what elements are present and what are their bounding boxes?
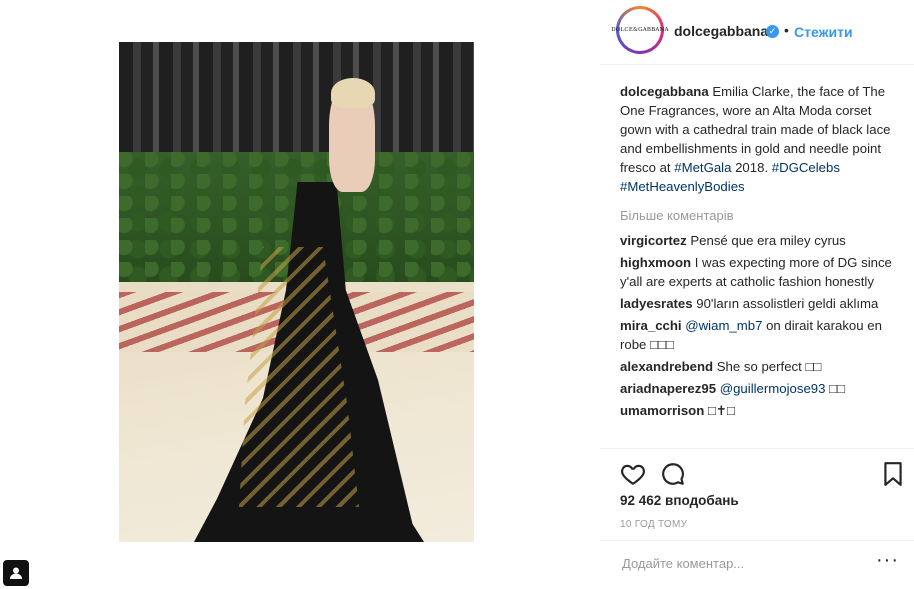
caption-text-2: 2018. bbox=[731, 160, 772, 175]
follow-button[interactable]: Стежити bbox=[794, 24, 853, 40]
comment-username[interactable]: virgicortez bbox=[620, 233, 687, 248]
comment: virgicortez Pensé que era miley cyrus bbox=[620, 231, 896, 250]
verified-badge-icon: ✓ bbox=[766, 25, 779, 38]
load-more-comments-button[interactable]: Більше коментарів bbox=[620, 206, 896, 225]
comment: ariadnaperez95 @guillermojose93 □□ bbox=[620, 379, 896, 398]
separator-dot: • bbox=[784, 22, 789, 38]
comment: mira_cchi @wiam_mb7 on dirait karakou en… bbox=[620, 316, 896, 354]
comment-username[interactable]: ladyesrates bbox=[620, 296, 693, 311]
avatar[interactable]: DOLCE&GABBANA bbox=[611, 6, 669, 54]
comment-text: Pensé que era miley cyrus bbox=[686, 233, 846, 248]
comment-text: □□ bbox=[825, 381, 846, 396]
comment: highxmoon I was expecting more of DG sin… bbox=[620, 253, 896, 291]
add-comment-bar: ··· bbox=[600, 540, 914, 589]
hashtag-link[interactable]: #MetHeavenlyBodies bbox=[620, 179, 745, 194]
comment-text: She so perfect □□ bbox=[713, 359, 822, 374]
header-username[interactable]: dolcegabbana bbox=[674, 23, 768, 39]
comment-username[interactable]: ariadnaperez95 bbox=[620, 381, 716, 396]
hashtag-link[interactable]: #DGCelebs bbox=[772, 160, 840, 175]
comment-username[interactable]: mira_cchi bbox=[620, 318, 682, 333]
hashtag-link[interactable]: #MetGala bbox=[674, 160, 731, 175]
comments-list: dolcegabbana Emilia Clarke, the face of … bbox=[620, 82, 896, 423]
comment-username[interactable]: highxmoon bbox=[620, 255, 691, 270]
avatar-inner: DOLCE&GABBANA bbox=[611, 9, 669, 51]
comment-username[interactable]: alexandrebend bbox=[620, 359, 713, 374]
comment-text: □✝□ bbox=[704, 403, 735, 418]
photo-hair bbox=[331, 78, 375, 108]
comment-input[interactable] bbox=[620, 555, 854, 572]
user-tag-icon[interactable] bbox=[3, 560, 29, 586]
post-header: DOLCE&GABBANA dolcegabbana ✓ • Стежити bbox=[600, 0, 914, 65]
comment: ladyesrates 90'ların assolistleri geldi … bbox=[620, 294, 896, 313]
post-side-panel: DOLCE&GABBANA dolcegabbana ✓ • Стежити d… bbox=[600, 0, 914, 587]
comment-username[interactable]: umamorrison bbox=[620, 403, 704, 418]
post-timestamp[interactable]: 10 ГОД ТОМУ bbox=[620, 519, 687, 530]
post-photo[interactable] bbox=[119, 42, 474, 542]
comment-text: 90'ların assolistleri geldi aklıma bbox=[692, 296, 879, 311]
more-options-icon[interactable]: ··· bbox=[876, 549, 899, 572]
likes-count[interactable]: 92 462 вподобань bbox=[620, 493, 739, 508]
speech-bubble-icon[interactable] bbox=[660, 461, 686, 487]
comment: umamorrison □✝□ bbox=[620, 401, 896, 420]
caption-username[interactable]: dolcegabbana bbox=[620, 84, 709, 99]
post-caption: dolcegabbana Emilia Clarke, the face of … bbox=[620, 82, 896, 196]
comment: alexandrebend She so perfect □□ bbox=[620, 357, 896, 376]
avatar-logo: DOLCE&GABBANA bbox=[611, 27, 669, 33]
bookmark-icon[interactable] bbox=[882, 461, 908, 487]
mention-link[interactable]: @guillermojose93 bbox=[720, 381, 826, 396]
heart-outline-icon[interactable] bbox=[620, 461, 646, 487]
post-actions: 92 462 вподобань 10 ГОД ТОМУ ··· bbox=[600, 448, 914, 572]
media-pane bbox=[0, 0, 600, 587]
mention-link[interactable]: @wiam_mb7 bbox=[685, 318, 762, 333]
